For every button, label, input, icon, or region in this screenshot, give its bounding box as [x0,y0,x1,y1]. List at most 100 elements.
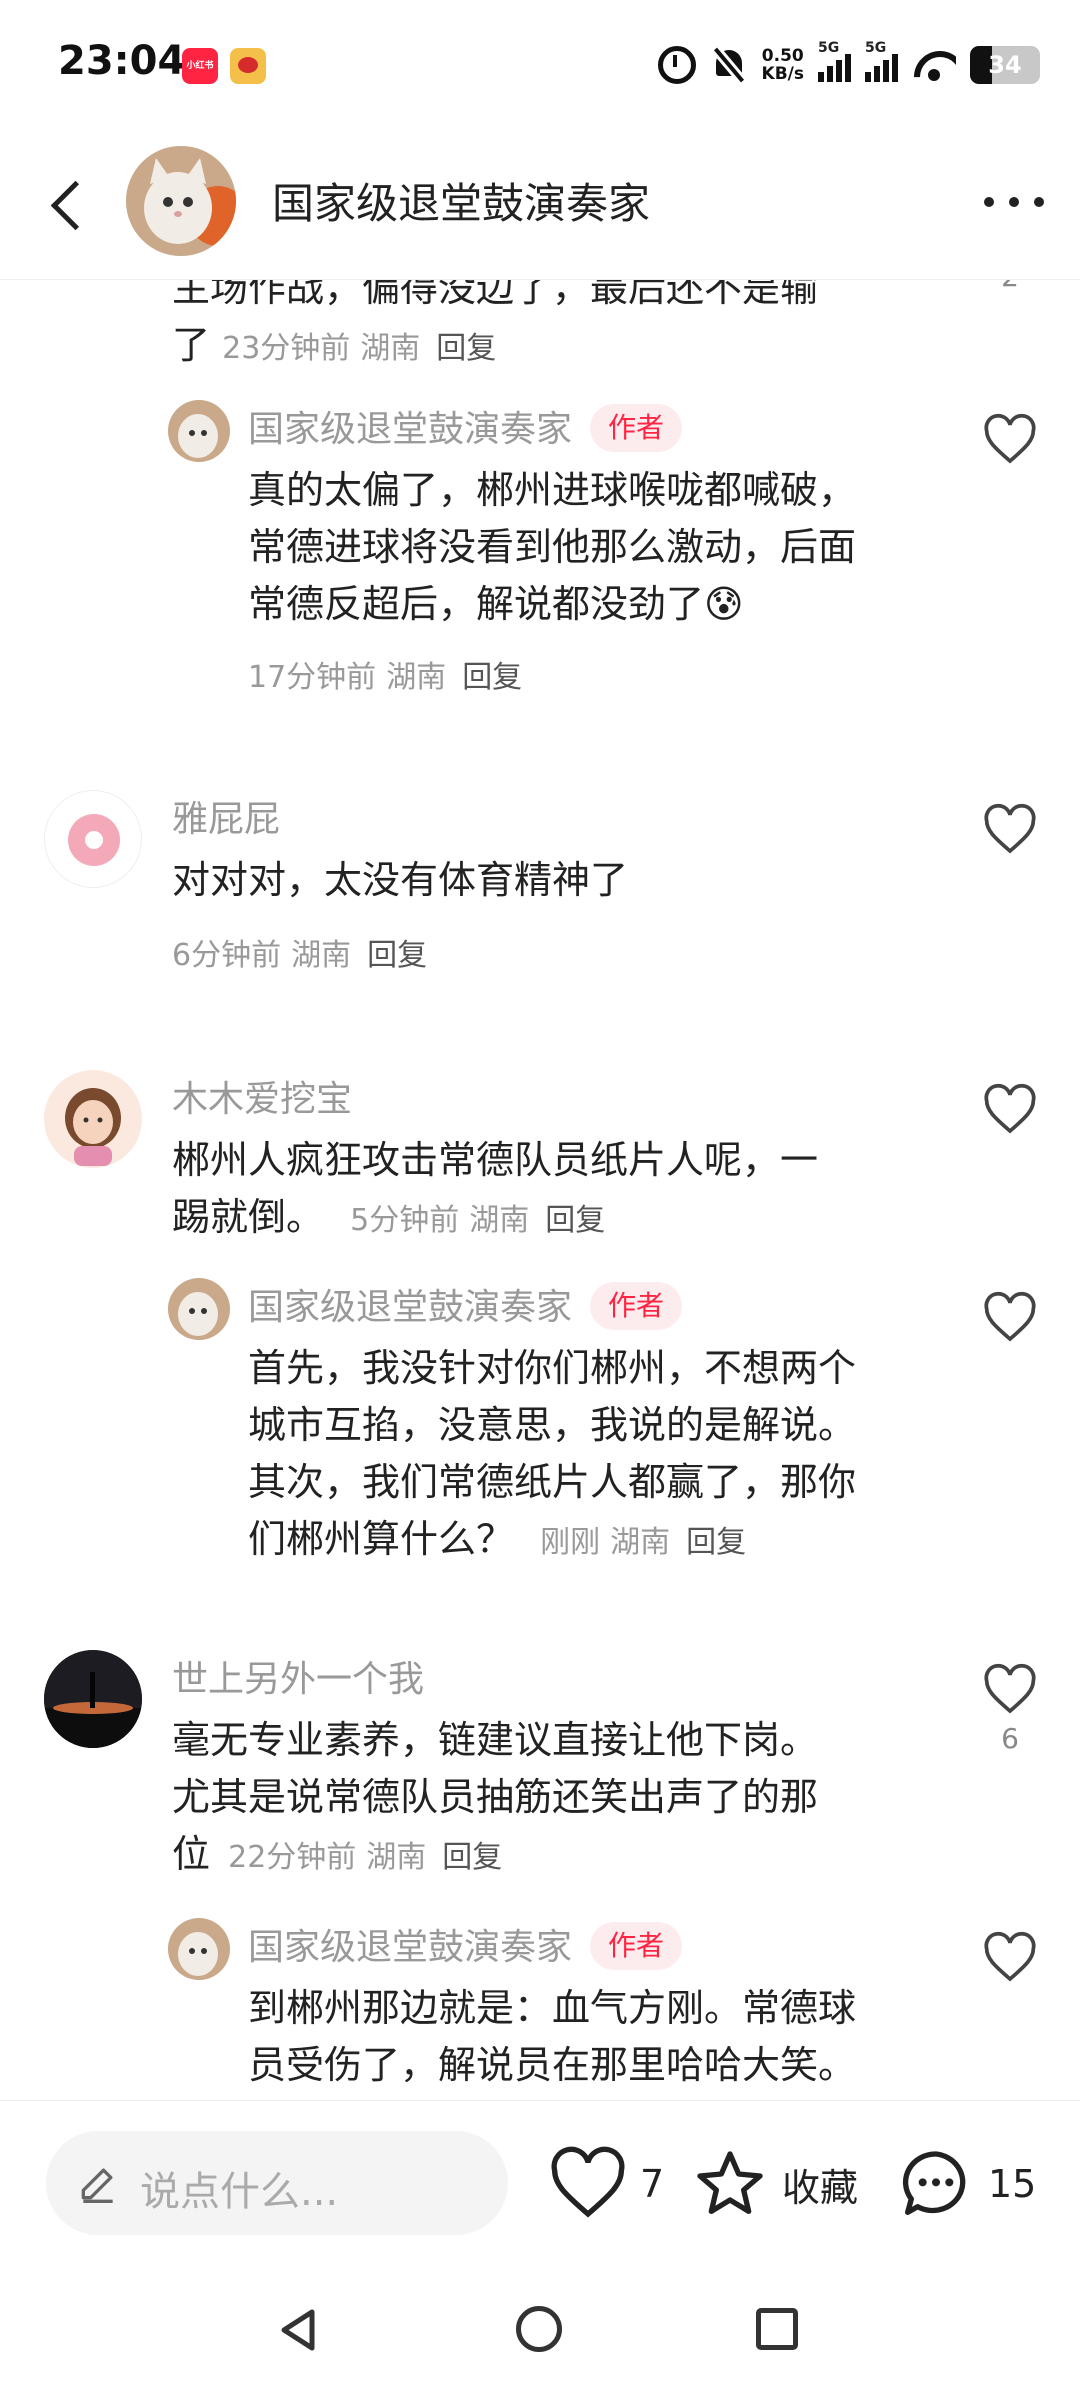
comment-input-placeholder: 说点什么... [140,2169,339,2215]
reply-username-text: 国家级退堂鼓演奏家 [248,1927,573,1968]
comment-text[interactable]: 对对对，太没有体育精神了 [172,852,932,909]
note-like-count: 7 [640,2162,665,2206]
favorite-button[interactable]: 收藏 [690,2139,858,2229]
like-button[interactable] [980,412,1040,502]
author-avatar-small[interactable] [168,1918,230,1980]
comment-time: 6分钟前 [172,938,282,973]
comment-location: 湖南 [366,1840,427,1875]
reply-text-line: 城市互掐，没意思，我说的是解说。 [248,1403,857,1447]
commenter-name[interactable]: 世上另外一个我 [172,1650,424,1702]
reply-text[interactable]: 到郴州那边就是：血气方刚。常德球 员受伤了，解说员在那里哈哈大笑。 [248,1980,968,2094]
reply-text-line: 常德反超后，解说都没劲了😰 [248,582,744,626]
author-badge: 作者 [590,1922,683,1970]
author-avatar-small[interactable] [168,1278,230,1340]
battery-level: 34 [988,51,1022,79]
reply-text-line: 常德进球将没看到他那么激动，后面 [248,525,857,569]
network-speed-unit: KB/s [761,64,804,84]
reply-username-text: 国家级退堂鼓演奏家 [248,409,573,450]
like-button[interactable]: 6 [980,1662,1040,1755]
weibo-notification-icon [230,48,266,84]
reply-text[interactable]: 首先，我没针对你们郴州，不想两个 城市互掐，没意思，我说的是解说。 其次，我们常… [248,1340,968,1571]
reply-text-line: 其次，我们常德纸片人都赢了，那你 [248,1460,857,1504]
like-button[interactable] [980,1930,1040,2020]
cat-avatar-icon [168,1918,230,1980]
cat-avatar-icon [168,1278,230,1340]
commenter-avatar[interactable] [44,1650,142,1748]
reply-button[interactable]: 回复 [462,660,522,695]
comment-location: 湖南 [469,1203,530,1238]
like-button[interactable]: 2 [980,280,1040,350]
more-dot [1034,197,1044,207]
wifi-icon [912,47,956,83]
network-speed-value: 0.50 [761,46,804,66]
reply-button[interactable]: 回复 [686,1525,746,1560]
nav-back-icon[interactable] [278,2308,318,2352]
sunset-avatar-icon [44,1650,142,1748]
network-speed: 0.50 KB/s [762,47,804,83]
reply-username[interactable]: 国家级退堂鼓演奏家 作者 [248,1278,683,1330]
system-navigation-bar [0,2250,1080,2400]
comment-text-line: 对对对，太没有体育精神了 [172,858,629,902]
author-avatar[interactable] [126,146,236,256]
status-bar: 23:04 小红书 0.50 KB/s 5G 5G 34 [0,0,1080,130]
author-avatar-small[interactable] [168,400,230,462]
status-indicators: 0.50 KB/s 5G 5G 34 [657,40,1040,90]
comment-text-line: 郴州人疯狂攻击常德队员纸片人呢，一 [172,1138,819,1182]
reply-button[interactable]: 回复 [545,1203,605,1238]
star-icon [697,2151,763,2214]
commenter-avatar[interactable] [44,1070,142,1168]
comment-text-line: 踢就倒。 [172,1195,325,1239]
comment-input[interactable]: 说点什么... [46,2131,508,2235]
like-button[interactable] [980,1290,1040,1380]
heart-icon [984,1083,1036,1134]
like-button[interactable] [980,802,1040,892]
comment-meta: 22分钟前 湖南 回复 [228,1840,512,1875]
pencil-icon [81,2168,113,2203]
comment-text[interactable]: 郴州人疯狂攻击常德队员纸片人呢，一 踢就倒。 5分钟前 湖南 回复 [172,1132,952,1249]
alarm-icon [657,46,696,84]
back-button[interactable] [40,170,100,240]
reply-location: 湖南 [386,660,447,695]
comment-location: 湖南 [291,938,352,973]
donut-avatar-icon [68,814,120,866]
reply-username[interactable]: 国家级退堂鼓演奏家 作者 [248,400,683,452]
girl-avatar-icon [65,1088,121,1166]
comment-time: 23分钟前 [222,331,351,366]
reply-button[interactable]: 回复 [436,331,496,366]
reply-username[interactable]: 国家级退堂鼓演奏家 作者 [248,1918,683,1970]
comment-text-line: 毫无专业素养，链建议直接让他下岗。 [172,1718,819,1762]
comments-button[interactable]: 15 [896,2139,1036,2229]
more-dot [984,197,994,207]
comment-meta: 5分钟前 湖南 回复 [350,1203,615,1238]
commenter-avatar[interactable] [44,790,142,888]
comment-count: 15 [988,2162,1037,2206]
more-button[interactable] [984,190,1044,214]
comment-text[interactable]: 主场作战，偏得没边了，最后还不是输 了 23分钟前 湖南 回复 [172,280,932,377]
author-badge: 作者 [590,1282,683,1330]
like-note-button[interactable]: 7 [548,2139,664,2229]
commenter-name[interactable]: 木木爱挖宝 [172,1070,352,1122]
reply-button[interactable]: 回复 [442,1840,502,1875]
reply-text[interactable]: 真的太偏了，郴州进球喉咙都喊破， 常德进球将没看到他那么激动，后面 常德反超后，… [248,462,948,633]
nav-recent-apps-icon[interactable] [756,2308,798,2350]
comment-text[interactable]: 毫无专业素养，链建议直接让他下岗。 尤其是说常德队员抽筋还笑出声了的那 位 22… [172,1712,952,1886]
signal-icon-2: 5G [865,40,898,82]
comment-list: 主场作战，偏得没边了，最后还不是输 了 23分钟前湖南回复 2 国家级退堂鼓演奏… [0,280,1080,2100]
like-button[interactable] [980,1082,1040,1172]
status-time: 23:04 [58,38,186,84]
cat-avatar-icon [168,400,230,462]
heart-icon [984,1931,1036,1982]
comment-text-line: 了 [172,323,211,367]
nav-home-icon[interactable] [516,2306,562,2352]
comment-text-line: 尤其是说常德队员抽筋还笑出声了的那 [172,1775,819,1819]
author-name[interactable]: 国家级退堂鼓演奏家 [272,170,650,231]
xiaohongshu-notification-icon: 小红书 [182,48,218,84]
commenter-name[interactable]: 雅屁屁 [172,790,280,842]
comment-bubble-icon [902,2151,966,2215]
comment-time: 5分钟前 [350,1203,460,1238]
reply-button[interactable]: 回复 [367,938,427,973]
reply-meta: 17分钟前 湖南 回复 [248,652,532,696]
reply-text-line: 员受伤了，解说员在那里哈哈大笑。 [248,2043,857,2087]
comment-time: 22分钟前 [228,1840,357,1875]
favorite-label: 收藏 [782,2165,859,2210]
